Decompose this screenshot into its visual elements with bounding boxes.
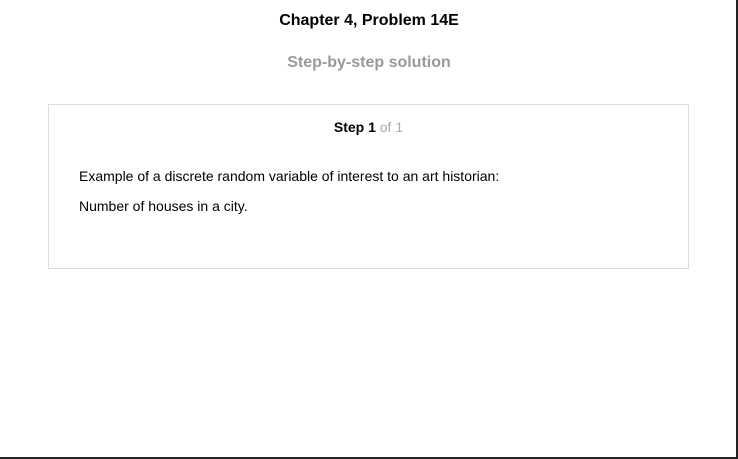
solution-answer: Number of houses in a city. xyxy=(79,198,248,214)
solution-text: Example of a discrete random variable of… xyxy=(79,168,500,184)
step-label: Step 1 xyxy=(333,119,376,135)
page-title: Chapter 4, Problem 14E xyxy=(279,12,459,29)
step-header: Step 1 of 1 xyxy=(49,119,688,135)
step-count: of 1 xyxy=(379,119,404,135)
page-subtitle: Step-by-step solution xyxy=(287,54,451,71)
step-card: Step 1 of 1 Example of a discrete random… xyxy=(48,104,689,269)
